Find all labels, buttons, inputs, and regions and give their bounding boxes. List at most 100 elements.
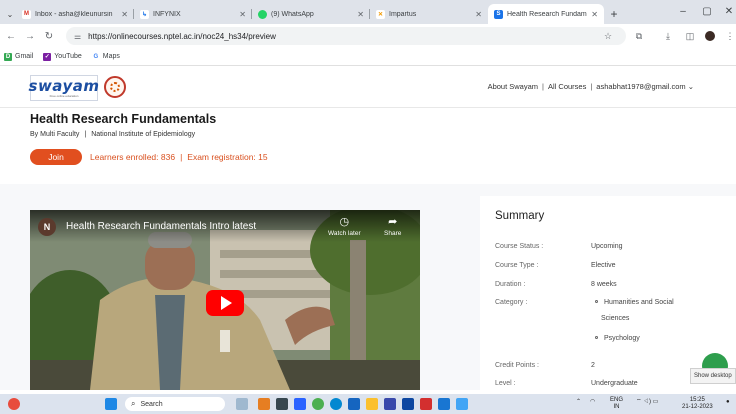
store-icon[interactable]: [348, 398, 360, 410]
summary-label: Duration :: [495, 281, 526, 288]
whatsapp-icon: [258, 9, 267, 19]
category-item-cont: Sciences: [601, 315, 630, 322]
summary-value: Upcoming: [591, 243, 623, 250]
photos-icon[interactable]: [384, 398, 396, 410]
youtube-icon: ✓: [43, 52, 52, 61]
summary-value: 2: [591, 362, 595, 369]
notification-icon[interactable]: ●: [726, 399, 730, 406]
share-button[interactable]: ➦ Share: [384, 216, 401, 237]
learners-enrolled: Learners enrolled: 836: [90, 152, 176, 162]
network-icon[interactable]: ◠: [590, 399, 595, 406]
search-icon: ⌕: [131, 399, 136, 408]
widgets-icon[interactable]: [236, 398, 248, 410]
course-header: Health Research Fundamentals By Multi Fa…: [0, 108, 736, 184]
impartus-icon: ✕: [376, 9, 385, 19]
wifi-volume-battery-icon[interactable]: ⌔ ◁) ▭: [636, 399, 658, 406]
bookmark-label: Gmail: [15, 53, 34, 60]
tab-gmail[interactable]: M Inbox - asha@kleunursin ✕: [16, 4, 134, 24]
tab-close-icon[interactable]: ✕: [239, 10, 246, 19]
site-info-icon[interactable]: ⚌: [74, 32, 81, 41]
clock[interactable]: 15:25 21-12-2023: [682, 397, 713, 411]
channel-avatar[interactable]: N: [38, 218, 56, 236]
app-icon[interactable]: [456, 398, 468, 410]
tab-close-icon[interactable]: ✕: [121, 10, 128, 19]
swayam-logo[interactable]: swayam Free online education: [28, 75, 100, 101]
language-indicator[interactable]: ENG IN: [610, 397, 623, 411]
tab-close-icon[interactable]: ✕: [475, 10, 482, 19]
share-arrow-icon: ➦: [388, 216, 398, 228]
tab-swayam-active[interactable]: S Health Research Fundam ✕: [488, 4, 604, 24]
word-icon[interactable]: [438, 398, 450, 410]
window-close-icon[interactable]: ✕: [716, 0, 736, 22]
share-label: Share: [384, 230, 402, 237]
tab-title: Health Research Fundam: [507, 10, 587, 18]
bookmark-star-icon[interactable]: ☆: [600, 28, 616, 44]
nptel-emblem-icon[interactable]: [104, 76, 126, 98]
forward-icon[interactable]: →: [22, 28, 38, 44]
chrome-icon[interactable]: [312, 398, 324, 410]
bookmark-maps[interactable]: G Maps: [91, 52, 120, 61]
weather-icon[interactable]: [8, 398, 20, 410]
logo-word: swayam: [28, 76, 100, 95]
tray-chevron-icon[interactable]: ⌃: [576, 399, 581, 406]
start-windows-icon[interactable]: [105, 398, 117, 410]
course-intro-video[interactable]: N Health Research Fundamentals Intro lat…: [30, 210, 420, 390]
nav-about-swayam[interactable]: About Swayam: [488, 82, 538, 91]
address-bar[interactable]: ⚌ https://onlinecourses.nptel.ac.in/noc2…: [66, 27, 626, 45]
task-view-icon[interactable]: [276, 398, 288, 410]
download-icon[interactable]: ⤓: [660, 28, 676, 44]
category-item: Humanities and Social: [591, 296, 674, 310]
outlook-icon[interactable]: [402, 398, 414, 410]
tab-close-icon[interactable]: ✕: [591, 10, 598, 19]
show-desktop-tooltip: Show desktop: [690, 368, 736, 384]
sidepanel-icon[interactable]: ◫: [682, 28, 698, 44]
clock-icon: ◷: [339, 216, 350, 228]
watch-later-button[interactable]: ◷ Watch later: [328, 216, 361, 237]
bookmark-label: YouTube: [54, 53, 82, 60]
back-icon[interactable]: ←: [3, 28, 19, 44]
join-button[interactable]: Join: [30, 149, 82, 165]
play-button[interactable]: [206, 290, 244, 316]
minimize-icon[interactable]: –: [670, 0, 696, 22]
watch-later-label: Watch later: [328, 230, 361, 237]
user-menu[interactable]: ashabhat1978@gmail.com ⌄: [596, 82, 694, 91]
url-text[interactable]: https://onlinecourses.nptel.ac.in/noc24_…: [88, 32, 276, 41]
category-item: Psychology: [591, 332, 640, 346]
tab-close-icon[interactable]: ✕: [357, 10, 364, 19]
menu-kebab-icon[interactable]: ⋮: [722, 28, 736, 44]
nav-all-courses[interactable]: All Courses: [548, 82, 586, 91]
video-title[interactable]: Health Research Fundamentals Intro lates…: [66, 221, 256, 232]
bookmark-youtube[interactable]: ✓ YouTube: [43, 52, 82, 61]
bookmark-label: Maps: [102, 53, 120, 60]
tab-search-chevron-icon[interactable]: ⌄: [4, 4, 16, 24]
bookmarks-bar: D Gmail ✓ YouTube G Maps: [0, 48, 736, 66]
tab-impartus[interactable]: ✕ Impartus ✕: [370, 4, 488, 24]
search-placeholder: Search: [140, 400, 163, 408]
windows-taskbar: ⌕ Search ⌃ ◠ ENG IN ⌔ ◁) ▭ 15:25 21-12-202…: [0, 394, 736, 414]
tab-title: (9) WhatsApp: [271, 10, 314, 18]
profile-avatar[interactable]: [702, 28, 718, 44]
file-explorer-icon[interactable]: [366, 398, 378, 410]
taskbar-app-icon[interactable]: [258, 398, 270, 410]
tab-title: INFYNIX: [153, 10, 181, 18]
tab-title: Inbox - asha@kleunursin: [35, 10, 113, 18]
reload-icon[interactable]: ↻: [41, 28, 57, 44]
edge-icon[interactable]: [330, 398, 342, 410]
tab-infynix[interactable]: ↳ INFYNIX ✕: [134, 4, 252, 24]
browser-tab-strip: ⌄ M Inbox - asha@kleunursin ✕ ↳ INFYNIX …: [0, 0, 736, 24]
tab-whatsapp[interactable]: (9) WhatsApp ✕: [252, 4, 370, 24]
site-header: swayam Free online education About Swaya…: [0, 66, 736, 108]
extensions-icon[interactable]: ⧉: [631, 28, 647, 44]
acrobat-icon[interactable]: [420, 398, 432, 410]
teams-icon[interactable]: [294, 398, 306, 410]
taskbar-search[interactable]: ⌕ Search: [125, 397, 225, 411]
summary-value: Elective: [591, 262, 616, 269]
bookmark-gmail[interactable]: D Gmail: [4, 52, 34, 61]
tab-title: Impartus: [389, 10, 417, 18]
summary-label: Course Status :: [495, 243, 544, 250]
new-tab-button[interactable]: +: [604, 4, 624, 24]
infynix-icon: ↳: [140, 9, 149, 19]
summary-label: Credit Points :: [495, 362, 539, 369]
summary-heading: Summary: [495, 210, 545, 222]
course-meta: By Multi Faculty | National Institute of E…: [30, 131, 196, 138]
